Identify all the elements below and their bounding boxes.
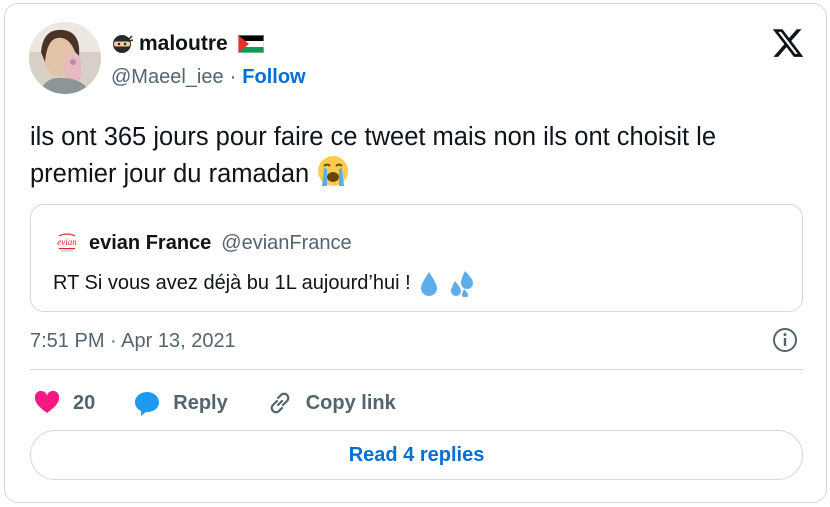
reply-button[interactable]: Reply xyxy=(133,389,228,417)
quoted-handle: @evianFrance xyxy=(221,231,352,254)
evian-logo-icon: evian xyxy=(53,231,81,255)
author-handle[interactable]: @Maeel_iee xyxy=(111,66,224,89)
quoted-text: RT Si vous avez déjà bu 1L aujourd’hui ! xyxy=(53,271,411,294)
like-button[interactable]: 20 xyxy=(33,389,95,417)
read-replies-button[interactable]: Read 4 replies xyxy=(30,430,803,480)
like-count: 20 xyxy=(73,391,96,414)
quoted-display-name: evian France xyxy=(89,231,212,254)
svg-text:evian: evian xyxy=(57,237,77,247)
ninja-icon xyxy=(111,33,134,55)
avatar[interactable] xyxy=(29,22,101,94)
reply-bubble-icon xyxy=(135,392,160,416)
copy-link-label: Copy link xyxy=(305,391,396,414)
tweet-timestamp[interactable]: 7:51 PM · Apr 13, 2021 xyxy=(30,330,236,353)
palestine-flag-icon xyxy=(237,35,264,53)
droplet-icon xyxy=(419,270,439,296)
copy-link-button[interactable]: Copy link xyxy=(266,389,396,417)
reply-label: Reply xyxy=(173,391,228,414)
tweet-body: ils ont 365 jours pour faire ce tweet ma… xyxy=(30,123,717,188)
divider xyxy=(30,369,803,370)
tweet-text: ils ont 365 jours pour faire ce tweet ma… xyxy=(30,120,790,191)
loudly-crying-face-icon xyxy=(316,154,350,188)
heart-icon xyxy=(34,390,60,413)
tweet-card: maloutre @Maeel_iee · Follow ils ont 365… xyxy=(4,3,827,503)
quoted-tweet[interactable]: evian evian France @evianFrance RT Si vo… xyxy=(30,204,803,312)
follow-button[interactable]: Follow xyxy=(242,66,305,89)
info-icon[interactable] xyxy=(771,326,799,354)
sweat-droplets-icon xyxy=(447,269,475,298)
action-bar: 20 Reply Copy link xyxy=(33,385,396,421)
x-logo-icon[interactable] xyxy=(771,26,805,60)
author-display-name[interactable]: maloutre xyxy=(139,32,228,56)
link-icon xyxy=(270,392,290,414)
separator-dot: · xyxy=(229,66,237,88)
